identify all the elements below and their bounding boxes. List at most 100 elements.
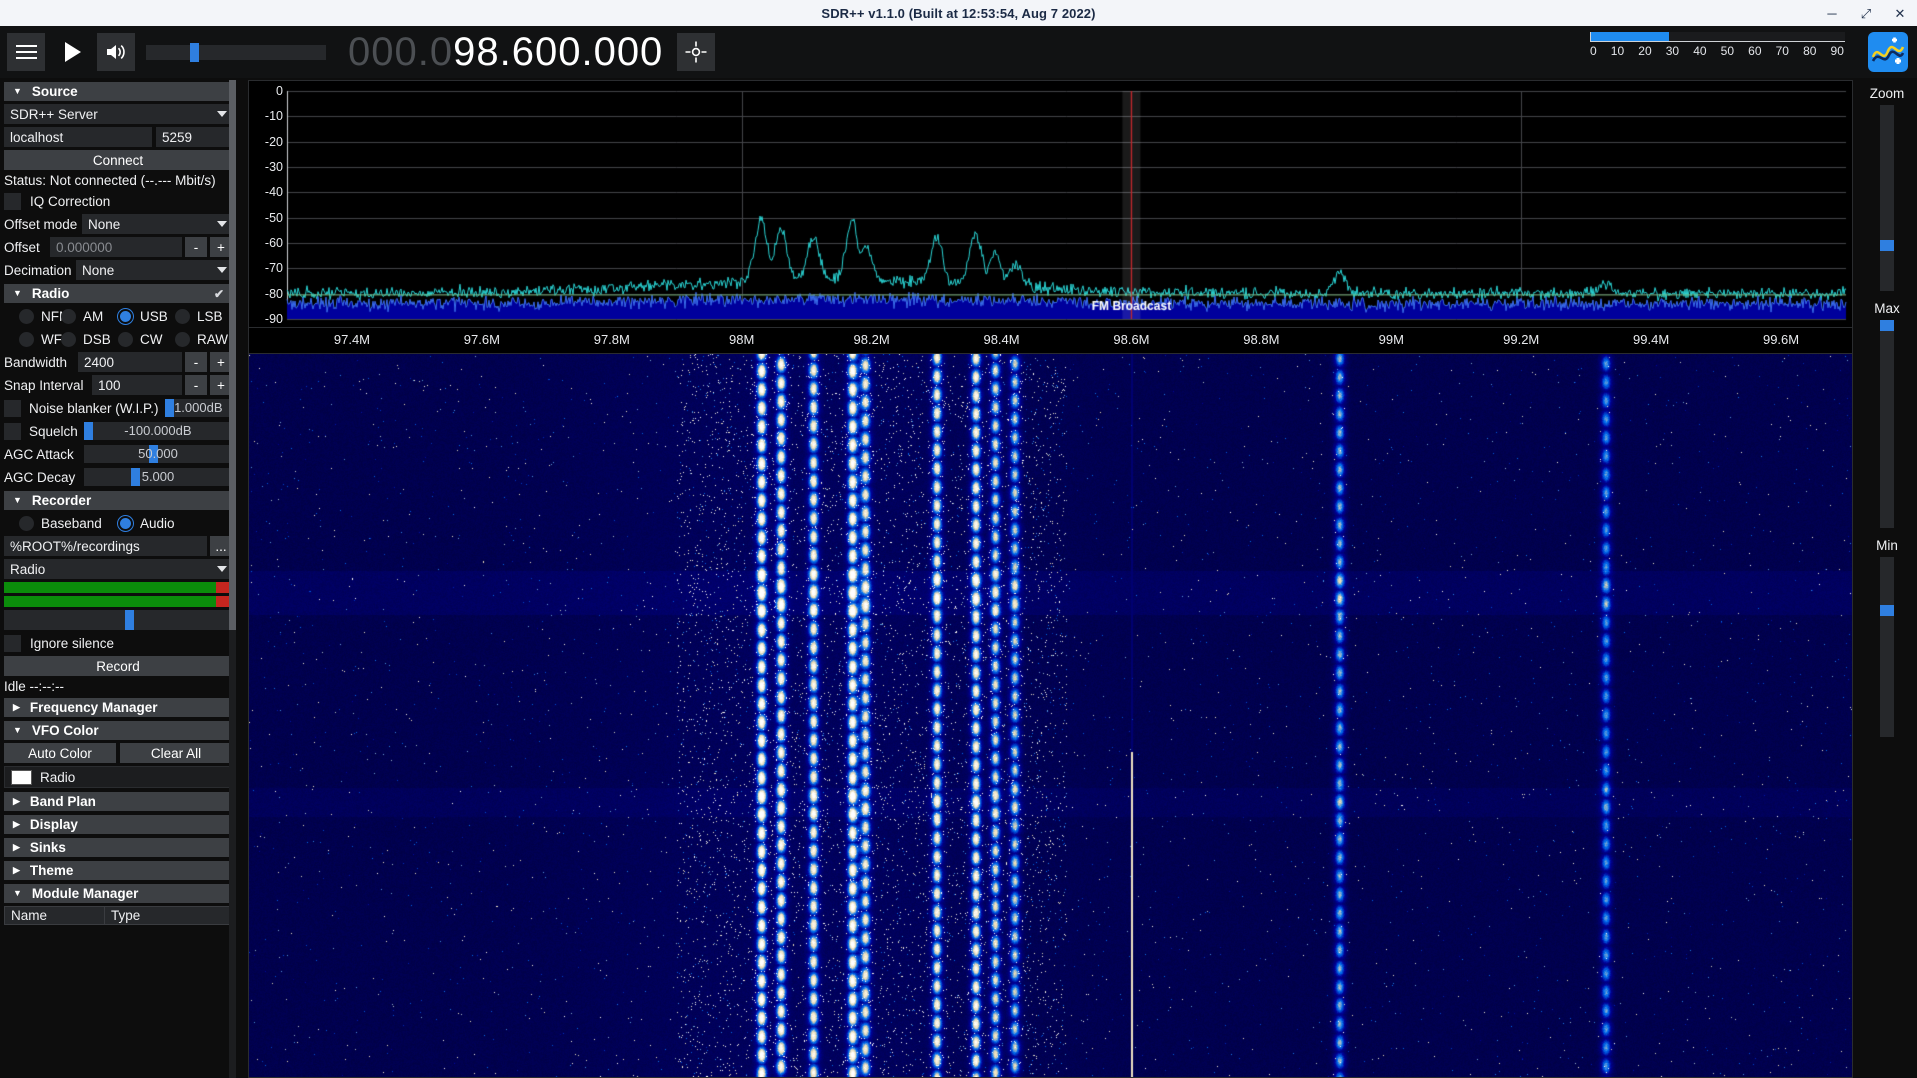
- color-swatch[interactable]: [11, 770, 32, 785]
- sidebar-section-theme[interactable]: ▶ Theme: [4, 861, 232, 880]
- volume-slider[interactable]: [146, 45, 326, 60]
- fft-canvas[interactable]: [249, 81, 1852, 327]
- sidebar-section-vfo-color[interactable]: ▼ VFO Color: [4, 721, 232, 740]
- section-title: Theme: [30, 863, 74, 878]
- waterfall-canvas[interactable]: [249, 354, 1852, 1077]
- decimation-select[interactable]: None: [76, 260, 232, 280]
- squelch-value: -100.000dB: [84, 422, 232, 440]
- slider-knob[interactable]: [1880, 240, 1894, 251]
- record-button[interactable]: Record: [4, 656, 232, 676]
- auto-color-button[interactable]: Auto Color: [4, 743, 116, 763]
- connect-button[interactable]: Connect: [4, 150, 232, 170]
- bandwidth-decrement-button[interactable]: -: [185, 352, 207, 372]
- sidebar-section-recorder[interactable]: ▼ Recorder: [4, 491, 232, 510]
- frequency-tick-label: 98.8M: [1243, 332, 1279, 347]
- ignore-silence-checkbox[interactable]: [4, 635, 21, 652]
- section-title: Display: [30, 817, 78, 832]
- min-vertical-slider[interactable]: [1880, 557, 1894, 737]
- volume-icon[interactable]: [97, 33, 135, 71]
- radio-button-selected[interactable]: [118, 516, 133, 531]
- slider-knob[interactable]: [125, 610, 134, 630]
- noise-blanker-slider[interactable]: 1.000dB: [165, 399, 232, 417]
- recorder-gain-slider[interactable]: [4, 610, 232, 630]
- radio-button[interactable]: [118, 332, 133, 347]
- snap-interval-input[interactable]: 100: [92, 375, 182, 395]
- radio-button-selected[interactable]: [118, 309, 133, 324]
- snap-decrement-button[interactable]: -: [185, 375, 207, 395]
- agc-attack-slider[interactable]: 50.000: [84, 445, 232, 463]
- radio-option-cw[interactable]: CW: [118, 332, 175, 347]
- recorder-option-audio[interactable]: Audio: [118, 516, 232, 531]
- recording-path-value: %ROOT%/recordings: [10, 539, 140, 554]
- vfo-color-buttons-row: Auto Color Clear All: [4, 743, 232, 763]
- slider-knob[interactable]: [1880, 320, 1894, 331]
- radio-option-usb[interactable]: USB: [118, 309, 175, 324]
- fft-plot[interactable]: 0-10-20-30-40-50-60-70-80-90: [248, 80, 1853, 328]
- sidebar-section-sinks[interactable]: ▶ Sinks: [4, 838, 232, 857]
- radio-option-am[interactable]: AM: [61, 309, 118, 324]
- noise-blanker-label: Noise blanker (W.I.P.): [29, 401, 159, 416]
- waterfall-display[interactable]: [248, 354, 1853, 1078]
- sdrpp-logo-icon[interactable]: [1868, 32, 1908, 72]
- radio-option-raw[interactable]: RAW: [175, 332, 232, 347]
- center-tuning-icon[interactable]: [677, 33, 715, 71]
- squelch-checkbox[interactable]: [4, 423, 21, 440]
- sidebar-section-radio[interactable]: ▼ Radio ✔: [4, 284, 232, 303]
- zoom-range-slider[interactable]: 0 10 20 30 40 50 60 70 80 90: [1590, 32, 1845, 58]
- volume-slider-knob[interactable]: [190, 43, 199, 62]
- radio-option-nfm[interactable]: NFM: [4, 309, 61, 324]
- vfo-color-entry-radio[interactable]: Radio: [4, 766, 232, 788]
- zoom-vertical-slider[interactable]: [1880, 105, 1894, 291]
- sidebar-section-frequency-manager[interactable]: ▶ Frequency Manager: [4, 698, 232, 717]
- sidebar-section-band-plan[interactable]: ▶ Band Plan: [4, 792, 232, 811]
- zoom-tick: 70: [1776, 44, 1789, 58]
- play-icon[interactable]: [52, 33, 90, 71]
- radio-option-lsb[interactable]: LSB: [175, 309, 232, 324]
- status-value: Not connected (--.--- Mbit/s): [50, 173, 216, 188]
- iq-correction-checkbox[interactable]: [4, 193, 21, 210]
- bandwidth-input[interactable]: 2400: [78, 352, 182, 372]
- radio-button[interactable]: [175, 332, 190, 347]
- agc-decay-slider[interactable]: 5.000: [84, 468, 232, 486]
- radio-option-wfm[interactable]: WFM: [4, 332, 61, 347]
- radio-button[interactable]: [175, 309, 190, 324]
- radio-option-dsb[interactable]: DSB: [61, 332, 118, 347]
- frequency-display[interactable]: 000.0 98.600.000: [348, 30, 663, 75]
- radio-button[interactable]: [61, 332, 76, 347]
- host-input[interactable]: localhost: [4, 127, 152, 147]
- window-title-bar: SDR++ v1.1.0 (Built at 12:53:54, Aug 7 2…: [0, 0, 1917, 26]
- port-input[interactable]: 5259: [156, 127, 232, 147]
- maximize-icon[interactable]: ⤢: [1849, 0, 1883, 26]
- squelch-slider[interactable]: -100.000dB: [84, 422, 232, 440]
- radio-button[interactable]: [19, 516, 34, 531]
- chevron-right-icon: ▶: [13, 703, 20, 712]
- sidebar-scrollbar-thumb[interactable]: [229, 80, 236, 630]
- status-label: Status:: [4, 173, 46, 188]
- offset-mode-row: Offset mode None: [4, 214, 232, 234]
- sidebar-section-source[interactable]: ▼ Source: [4, 82, 232, 101]
- recorder-stream-select[interactable]: Radio: [4, 559, 232, 579]
- close-icon[interactable]: ✕: [1883, 0, 1917, 26]
- slider-knob[interactable]: [1880, 605, 1894, 616]
- sidebar-section-module-manager[interactable]: ▼ Module Manager: [4, 884, 232, 903]
- clear-all-button[interactable]: Clear All: [120, 743, 232, 763]
- section-title: Frequency Manager: [30, 700, 158, 715]
- check-icon[interactable]: ✔: [214, 287, 224, 301]
- hamburger-menu-icon[interactable]: [7, 33, 45, 71]
- zoom-range-bar[interactable]: [1590, 32, 1845, 41]
- recorder-path-row: %ROOT%/recordings ...: [4, 536, 232, 556]
- recording-path-input[interactable]: %ROOT%/recordings: [4, 536, 207, 556]
- sidebar-section-display[interactable]: ▶ Display: [4, 815, 232, 834]
- max-vertical-slider[interactable]: [1880, 320, 1894, 528]
- radio-button[interactable]: [19, 309, 34, 324]
- radio-button[interactable]: [61, 309, 76, 324]
- offset-mode-select[interactable]: None: [82, 214, 232, 234]
- vu-meter-right: [4, 596, 232, 607]
- recorder-option-baseband[interactable]: Baseband: [4, 516, 118, 531]
- offset-decrement-button[interactable]: -: [185, 237, 207, 257]
- minimize-icon[interactable]: ─: [1815, 0, 1849, 26]
- noise-blanker-checkbox[interactable]: [4, 400, 21, 417]
- radio-button[interactable]: [19, 332, 34, 347]
- source-device-select[interactable]: SDR++ Server: [4, 104, 232, 124]
- offset-input[interactable]: 0.000000: [50, 237, 182, 257]
